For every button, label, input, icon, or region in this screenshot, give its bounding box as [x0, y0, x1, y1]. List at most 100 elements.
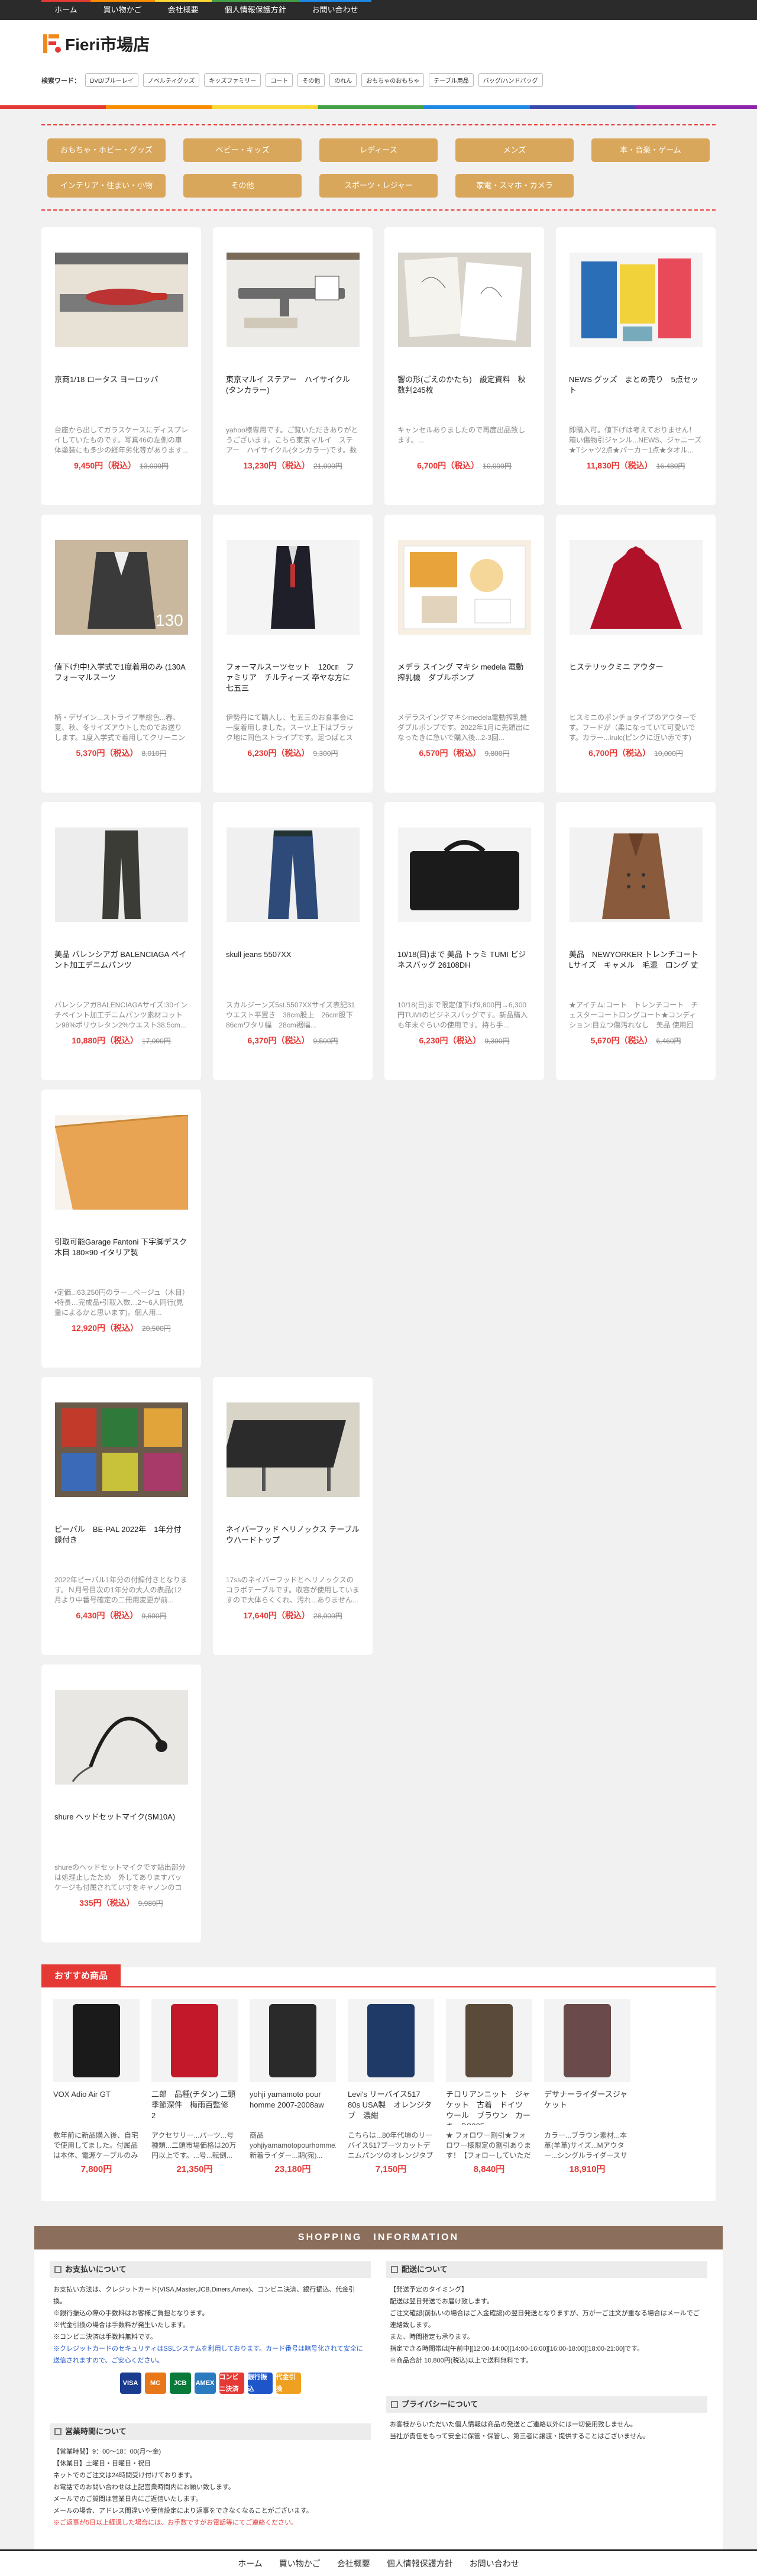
product-name[interactable]: 東京マルイ ステアー ハイサイクル(タンカラー) — [226, 374, 360, 417]
product-image[interactable] — [54, 1689, 188, 1785]
nav-link-2[interactable]: 会社概要 — [154, 0, 212, 20]
product-card[interactable]: ネイバーフッド ヘリノックス テーブルウハードトップ 17ssのネイバーフッドとヘ… — [213, 1377, 373, 1655]
category-button[interactable]: インテリア・住まい・小物 — [47, 174, 166, 198]
product-name[interactable]: 京商1/18 ロータス ヨーロッパ — [54, 374, 188, 417]
product-image[interactable] — [54, 1114, 188, 1210]
product-name[interactable]: ヒステリックミニ アウター — [569, 662, 703, 704]
recommended-image[interactable] — [53, 1999, 140, 2082]
nav-link-0[interactable]: ホーム — [41, 0, 90, 20]
recommended-image[interactable] — [151, 1999, 238, 2082]
logo[interactable]: Fieri市場店 — [41, 31, 716, 57]
product-image[interactable] — [226, 252, 360, 347]
product-name[interactable]: 美品 NEWYORKER トレンチコート Lサイズ キャメル 毛混 ロング 丈 — [569, 949, 703, 992]
category-button[interactable]: 本・音楽・ゲーム — [591, 138, 710, 162]
product-card[interactable]: 美品 NEWYORKER トレンチコート Lサイズ キャメル 毛混 ロング 丈 ★… — [556, 802, 716, 1080]
keyword-tag[interactable]: キッズファミリー — [204, 73, 261, 87]
recommended-name[interactable]: 二郎 品種(チタン) 二頭季節深件 梅雨百監修 2 — [151, 2089, 238, 2125]
recommended-name[interactable]: チロリアンニット ジャケット 古着 ドイツ ウール ブラウン カーキ BS385 — [446, 2089, 532, 2125]
recommended-image[interactable] — [348, 1999, 434, 2082]
product-card[interactable]: ビーパル BE-PAL 2022年 1年分付録付き 2022年ビーパル1年分の付録… — [41, 1377, 201, 1655]
footer-link-3[interactable]: 個人情報保護方針 — [378, 2558, 461, 2569]
product-name[interactable]: フォーマルスーツセット 120㎝ ファミリア チルティーズ 卒ヤな方に 七五三 — [226, 662, 360, 704]
product-image[interactable] — [54, 827, 188, 922]
footer-link-2[interactable]: 会社概要 — [329, 2558, 378, 2569]
product-image[interactable] — [569, 252, 703, 347]
nav-link-3[interactable]: 個人情報保護方針 — [211, 0, 299, 20]
recommended-image[interactable] — [250, 1999, 336, 2082]
product-card[interactable]: shure ヘッドセットマイク(SM10A) shureのヘッドセットマイクです貼… — [41, 1664, 201, 1942]
product-card[interactable]: メデラ スイング マキシ medela 電動搾乳機 ダブルポンプ メデラスイングマ… — [384, 515, 544, 793]
product-card[interactable]: 京商1/18 ロータス ヨーロッパ 台座から出してガラスケースにディスプレイしてい… — [41, 227, 201, 505]
product-name[interactable]: ビーパル BE-PAL 2022年 1年分付録付き — [54, 1524, 188, 1567]
recommended-item[interactable]: yohji yamamoto pour homme 2007-2008aw 商品y… — [244, 1999, 342, 2175]
recommended-name[interactable]: Levi's リーバイス517 80s USA製 オレンジタブ 濃紺 — [348, 2089, 434, 2125]
category-button[interactable]: おもちゃ・ホビー・グッズ — [47, 138, 166, 162]
info-line: ご注文確認(前払いの場合はご入金確認)の翌日発送となりますが、万が一ご注文が重な… — [390, 2310, 700, 2329]
product-image[interactable] — [54, 252, 188, 347]
recommended-name[interactable]: デサナーライダースジャケット — [544, 2089, 630, 2125]
recommended-name[interactable]: VOX Adio Air GT — [53, 2089, 140, 2125]
keyword-tag[interactable]: テーブル用品 — [429, 73, 474, 87]
product-card[interactable]: NEWS グッズ まとめ売り 5点セット 即購入可。値下げは考えておりません！箱い… — [556, 227, 716, 505]
category-button[interactable]: スポーツ・レジャー — [319, 174, 438, 198]
nav-link-4[interactable]: お問い合わせ — [299, 0, 371, 20]
recommended-image[interactable] — [446, 1999, 532, 2082]
product-image[interactable] — [569, 539, 703, 635]
keyword-tag[interactable]: のれん — [329, 73, 357, 87]
category-button[interactable]: レディース — [319, 138, 438, 162]
product-image[interactable]: 130 — [54, 539, 188, 635]
product-image[interactable] — [54, 1402, 188, 1497]
keyword-tag[interactable]: コート — [266, 73, 293, 87]
recommended-item[interactable]: デサナーライダースジャケット カラー...ブラウン素材...本革(羊革)サイズ..… — [538, 1999, 636, 2175]
keyword-tag[interactable]: おもちゃのおもちゃ — [361, 73, 425, 87]
recommended-item[interactable]: Levi's リーバイス517 80s USA製 オレンジタブ 濃紺 こちらは..… — [342, 1999, 440, 2175]
footer-link-1[interactable]: 買い物かご — [271, 2558, 329, 2569]
product-name[interactable]: 引取可能Garage Fantoni 下宇脚デスク 木目 180×90 イタリア… — [54, 1237, 188, 1279]
product-card[interactable]: skull jeans 5507XX スカルジーンズ5st.5507XXサイズ表記… — [213, 802, 373, 1080]
product-name[interactable]: skull jeans 5507XX — [226, 949, 360, 992]
footer-link-0[interactable]: ホーム — [229, 2558, 271, 2569]
product-card[interactable]: 美品 バレンシアガ BALENCIAGA ペイント加工デニムパンツ バレンシアガB… — [41, 802, 201, 1080]
product-name[interactable]: ネイバーフッド ヘリノックス テーブルウハードトップ — [226, 1524, 360, 1567]
keyword-tag[interactable]: DVD/ブルーレイ — [85, 73, 138, 87]
product-image[interactable] — [221, 1402, 360, 1497]
product-description: スカルジーンズ5st.5507XXサイズ表記31ウエスト平置き 38cm股上 2… — [226, 1001, 360, 1029]
nav-link-1[interactable]: 買い物かご — [90, 0, 155, 20]
product-image[interactable] — [397, 827, 531, 922]
keyword-tag[interactable]: ノベルティグッズ — [143, 73, 200, 87]
product-card[interactable]: 東京マルイ ステアー ハイサイクル(タンカラー) yahoo様専用です。ご覧いただ… — [213, 227, 373, 505]
product-name[interactable]: メデラ スイング マキシ medela 電動搾乳機 ダブルポンプ — [397, 662, 531, 704]
product-name[interactable]: 美品 バレンシアガ BALENCIAGA ペイント加工デニムパンツ — [54, 949, 188, 992]
product-card[interactable]: 10/18(日)まで 美品 トゥミ TUMI ビジネスバッグ 26108DH 10… — [384, 802, 544, 1080]
product-image[interactable] — [569, 827, 703, 922]
recommended-name[interactable]: yohji yamamoto pour homme 2007-2008aw — [250, 2089, 336, 2125]
category-button[interactable]: その他 — [183, 174, 302, 198]
recommended-item[interactable]: チロリアンニット ジャケット 古着 ドイツ ウール ブラウン カーキ BS385… — [440, 1999, 538, 2175]
recommended-item[interactable]: VOX Adio Air GT 数年前に新品購入後、自宅で使用してました。付属品は… — [47, 1999, 145, 2175]
recommended-image[interactable] — [544, 1999, 630, 2082]
recommended-item[interactable]: 二郎 品種(チタン) 二頭季節深件 梅雨百監修 2 アクセサリー...パーツ...… — [145, 1999, 244, 2175]
product-name[interactable]: 値下げ!中!入学式で1度着用のみ (130Aフォーマルスーツ — [54, 662, 188, 704]
product-description: 17ssのネイバーフッドとヘリノックスのコラボテーブルです。収容が使用しています… — [226, 1576, 360, 1604]
product-image[interactable] — [226, 827, 360, 922]
product-image[interactable] — [397, 539, 531, 635]
product-image[interactable] — [397, 252, 531, 347]
keyword-tag[interactable]: バッグ/ハンドバッグ — [478, 73, 543, 87]
product-card[interactable]: 引取可能Garage Fantoni 下宇脚デスク 木目 180×90 イタリア… — [41, 1090, 201, 1368]
product-image[interactable] — [226, 539, 360, 635]
product-description: •定価...63,250円のラー...ページュ（木目）•特長…完成品•引取入数…… — [54, 1288, 186, 1317]
product-name[interactable]: shure ヘッドセットマイク(SM10A) — [54, 1812, 188, 1854]
product-name[interactable]: 10/18(日)まで 美品 トゥミ TUMI ビジネスバッグ 26108DH — [397, 949, 531, 992]
keyword-tag[interactable]: その他 — [297, 73, 325, 87]
product-card[interactable]: フォーマルスーツセット 120㎝ ファミリア チルティーズ 卒ヤな方に 七五三伊… — [213, 515, 373, 793]
product-photo — [226, 521, 360, 654]
product-card[interactable]: 130 値下げ!中!入学式で1度着用のみ (130Aフォーマルスーツ 柄・デザイン.… — [41, 515, 201, 793]
footer-link-4[interactable]: お問い合わせ — [461, 2558, 528, 2569]
category-button[interactable]: ベビー・キッズ — [183, 138, 302, 162]
category-button[interactable]: 家電・スマホ・カメラ — [455, 174, 574, 198]
product-card[interactable]: 響の形(ごえのかたち) 設定資料 秋数判245枚 キャンセルありましたので再度出品… — [384, 227, 544, 505]
category-button[interactable]: メンズ — [455, 138, 574, 162]
product-card[interactable]: ヒステリックミニ アウター ヒスミニのポンチョタイプのアウターです。フードが（柔に… — [556, 515, 716, 793]
product-name[interactable]: 響の形(ごえのかたち) 設定資料 秋数判245枚 — [397, 374, 531, 417]
product-name[interactable]: NEWS グッズ まとめ売り 5点セット — [569, 374, 703, 417]
